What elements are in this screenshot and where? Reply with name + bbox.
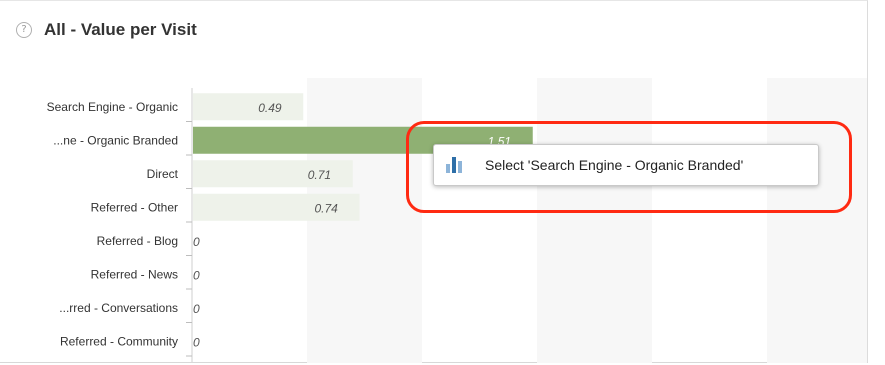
category-label[interactable]: Referred - Community	[60, 334, 178, 348]
category-label[interactable]: Referred - News	[91, 267, 178, 281]
category-label[interactable]: Search Engine - Organic	[47, 100, 178, 114]
data-label: 0	[193, 268, 200, 282]
data-label: 0	[193, 335, 200, 349]
data-label: 0	[193, 235, 200, 249]
category-label[interactable]: ...rred - Conversations	[59, 301, 178, 315]
data-label: 0.71	[308, 168, 331, 182]
category-label[interactable]: ...ne - Organic Branded	[53, 133, 178, 147]
category-label[interactable]: Referred - Other	[91, 200, 178, 214]
category-label[interactable]: Direct	[147, 167, 179, 181]
annotation-highlight	[406, 121, 852, 213]
data-label: 0	[193, 302, 200, 316]
data-bar[interactable]	[193, 93, 304, 121]
data-label: 0.74	[315, 201, 339, 215]
data-label: 0.49	[258, 101, 282, 115]
category-label[interactable]: Referred - Blog	[97, 234, 178, 248]
